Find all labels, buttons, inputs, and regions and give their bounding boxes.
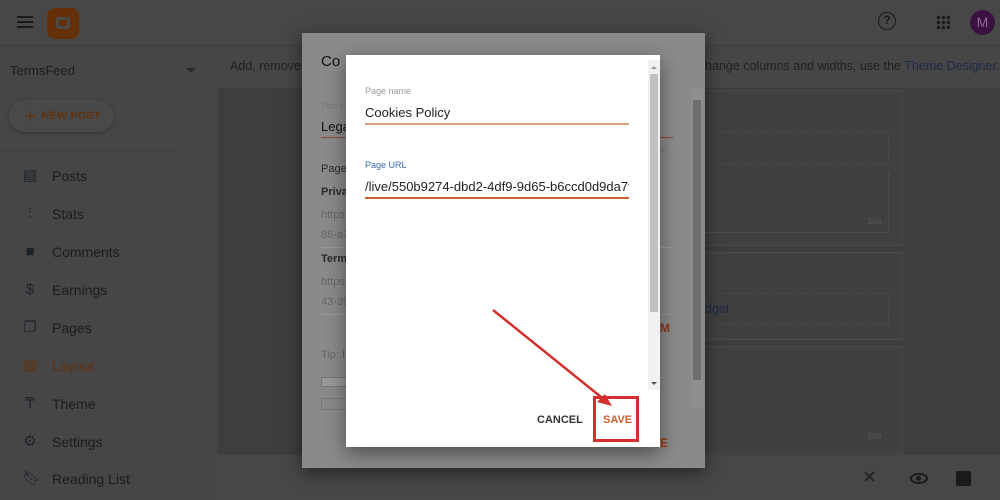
annotation-arrow <box>492 309 612 406</box>
arrow-line <box>492 309 607 402</box>
